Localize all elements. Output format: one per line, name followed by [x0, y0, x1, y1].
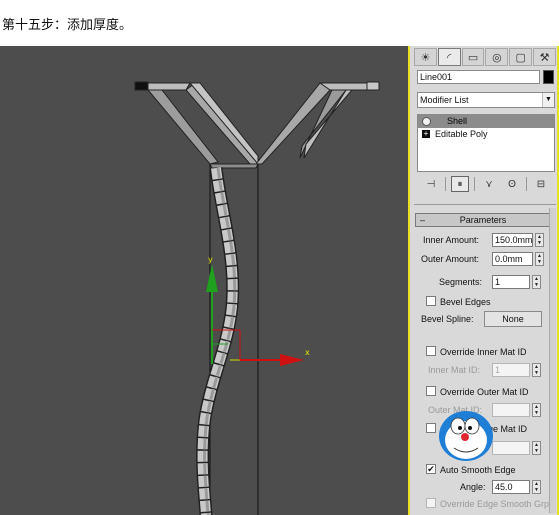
object-name-field[interactable]: Line001: [417, 70, 540, 84]
inner-amount-spinner[interactable]: ▲ ▼: [535, 233, 544, 247]
command-panel-tabs: ☀ ◜ ▭ ◎ ▢ ⚒: [414, 48, 556, 66]
edge-mat-id-input[interactable]: [492, 441, 530, 455]
auto-smooth-row: ✔ Auto Smooth Edge: [414, 463, 554, 478]
step-caption: 第十五步：添加厚度。: [2, 18, 133, 33]
expand-plus-icon[interactable]: +: [422, 130, 430, 138]
override-smooth-row: Override Edge Smooth Grp: [414, 497, 554, 512]
override-inner-checkbox[interactable]: [426, 346, 436, 356]
segments-row: Segments: 1 ▲ ▼: [414, 275, 554, 290]
inner-amount-label: Inner Amount:: [423, 235, 480, 245]
outer-amount-row: Outer Amount: 0.0mm ▲ ▼: [414, 252, 554, 267]
modify-icon[interactable]: ◜: [437, 48, 461, 66]
override-outer-checkbox[interactable]: [426, 386, 436, 396]
outer-mat-id-spinner[interactable]: ▲ ▼: [532, 403, 541, 417]
override-outer-row: Override Outer Mat ID: [414, 385, 554, 400]
stack-item-editable-poly[interactable]: + Editable Poly: [418, 128, 554, 141]
inner-mat-id-row: Inner Mat ID: 1 ▲ ▼: [414, 363, 554, 378]
inner-amount-row: Inner Amount: 150.0mm ▲ ▼: [414, 233, 554, 248]
motion-icon[interactable]: ◎: [485, 48, 509, 66]
hierarchy-icon[interactable]: ▭: [461, 48, 485, 66]
inner-mat-id-input[interactable]: 1: [492, 363, 530, 377]
inner-mat-id-label: Inner Mat ID:: [428, 365, 481, 375]
modifier-stack: Shell + Editable Poly: [417, 114, 555, 172]
y-frame: [134, 81, 380, 169]
perspective-viewport[interactable]: y x: [0, 46, 408, 515]
chevron-down-icon[interactable]: ▼: [542, 93, 554, 107]
auto-smooth-label: Auto Smooth Edge: [440, 465, 516, 475]
override-inner-label: Override Inner Mat ID: [440, 347, 527, 357]
stack-toolbar: ⊣ ⏸ ⋎ ʘ ⊟: [422, 174, 554, 194]
bevel-edges-label: Bevel Edges: [440, 297, 491, 307]
utilities-icon[interactable]: ⚒: [533, 48, 556, 66]
collapse-icon: –: [420, 215, 426, 225]
parameters-rollout-header[interactable]: – Parameters: [415, 213, 551, 227]
outer-amount-spinner[interactable]: ▲ ▼: [535, 252, 544, 266]
segments-input[interactable]: 1: [492, 275, 530, 289]
outer-amount-label: Outer Amount:: [421, 254, 480, 264]
viewport-scene: y x: [134, 81, 380, 515]
outer-mat-id-input[interactable]: [492, 403, 530, 417]
override-outer-label: Override Outer Mat ID: [440, 387, 529, 397]
modifier-list-dropdown[interactable]: Modifier List ▼: [417, 92, 555, 108]
segments-label: Segments:: [439, 277, 483, 287]
modifier-list-label: Modifier List: [420, 95, 469, 105]
bevel-spline-label: Bevel Spline:: [421, 314, 474, 324]
bevel-edges-checkbox[interactable]: [426, 296, 436, 306]
angle-input[interactable]: 45.0: [492, 480, 530, 494]
lightbulb-icon[interactable]: [422, 117, 431, 126]
create-icon[interactable]: ☀: [414, 48, 437, 66]
panel-divider: [414, 204, 556, 205]
outer-amount-input[interactable]: 0.0mm: [492, 252, 533, 266]
panel-scrollbar[interactable]: [549, 208, 556, 513]
override-smooth-label: Override Edge Smooth Grp: [440, 499, 550, 509]
angle-label: Angle:: [460, 482, 486, 492]
override-inner-row: Override Inner Mat ID: [414, 345, 554, 360]
bevel-spline-row: Bevel Spline: None: [414, 311, 554, 328]
inner-amount-input[interactable]: 150.0mm: [492, 233, 533, 247]
remove-modifier-icon[interactable]: ʘ: [503, 176, 521, 192]
bevel-edges-row: Bevel Edges: [414, 295, 554, 310]
auto-smooth-checkbox[interactable]: ✔: [426, 464, 436, 474]
make-unique-icon[interactable]: ⋎: [480, 176, 498, 192]
angle-spinner[interactable]: ▲ ▼: [532, 480, 541, 494]
object-color-swatch[interactable]: [543, 70, 554, 84]
segments-spinner[interactable]: ▲ ▼: [532, 275, 541, 289]
parameters-rollout: – Parameters Inner Amount: 150.0mm ▲ ▼ Ou…: [414, 209, 551, 515]
toolbar-separator: [445, 177, 446, 191]
inner-mat-id-spinner[interactable]: ▲ ▼: [532, 363, 541, 377]
edge-mat-id-spinner[interactable]: ▲ ▼: [532, 441, 541, 455]
pin-stack-icon[interactable]: ⊣: [422, 176, 440, 192]
svg-text:y: y: [208, 255, 213, 264]
angle-row: Angle: 45.0 ▲ ▼: [414, 480, 554, 495]
override-smooth-checkbox[interactable]: [426, 498, 436, 508]
show-end-result-icon[interactable]: ⏸: [451, 176, 469, 192]
shell-curve: [196, 167, 240, 515]
configure-sets-icon[interactable]: ⊟: [532, 176, 550, 192]
svg-text:x: x: [305, 348, 310, 357]
stack-item-shell[interactable]: Shell: [418, 115, 554, 128]
bevel-spline-button[interactable]: None: [484, 311, 542, 327]
override-edge-checkbox[interactable]: [426, 423, 436, 433]
toolbar-separator: [526, 177, 527, 191]
display-icon[interactable]: ▢: [509, 48, 533, 66]
toolbar-separator: [474, 177, 475, 191]
avatar-watermark-icon: [439, 411, 493, 461]
